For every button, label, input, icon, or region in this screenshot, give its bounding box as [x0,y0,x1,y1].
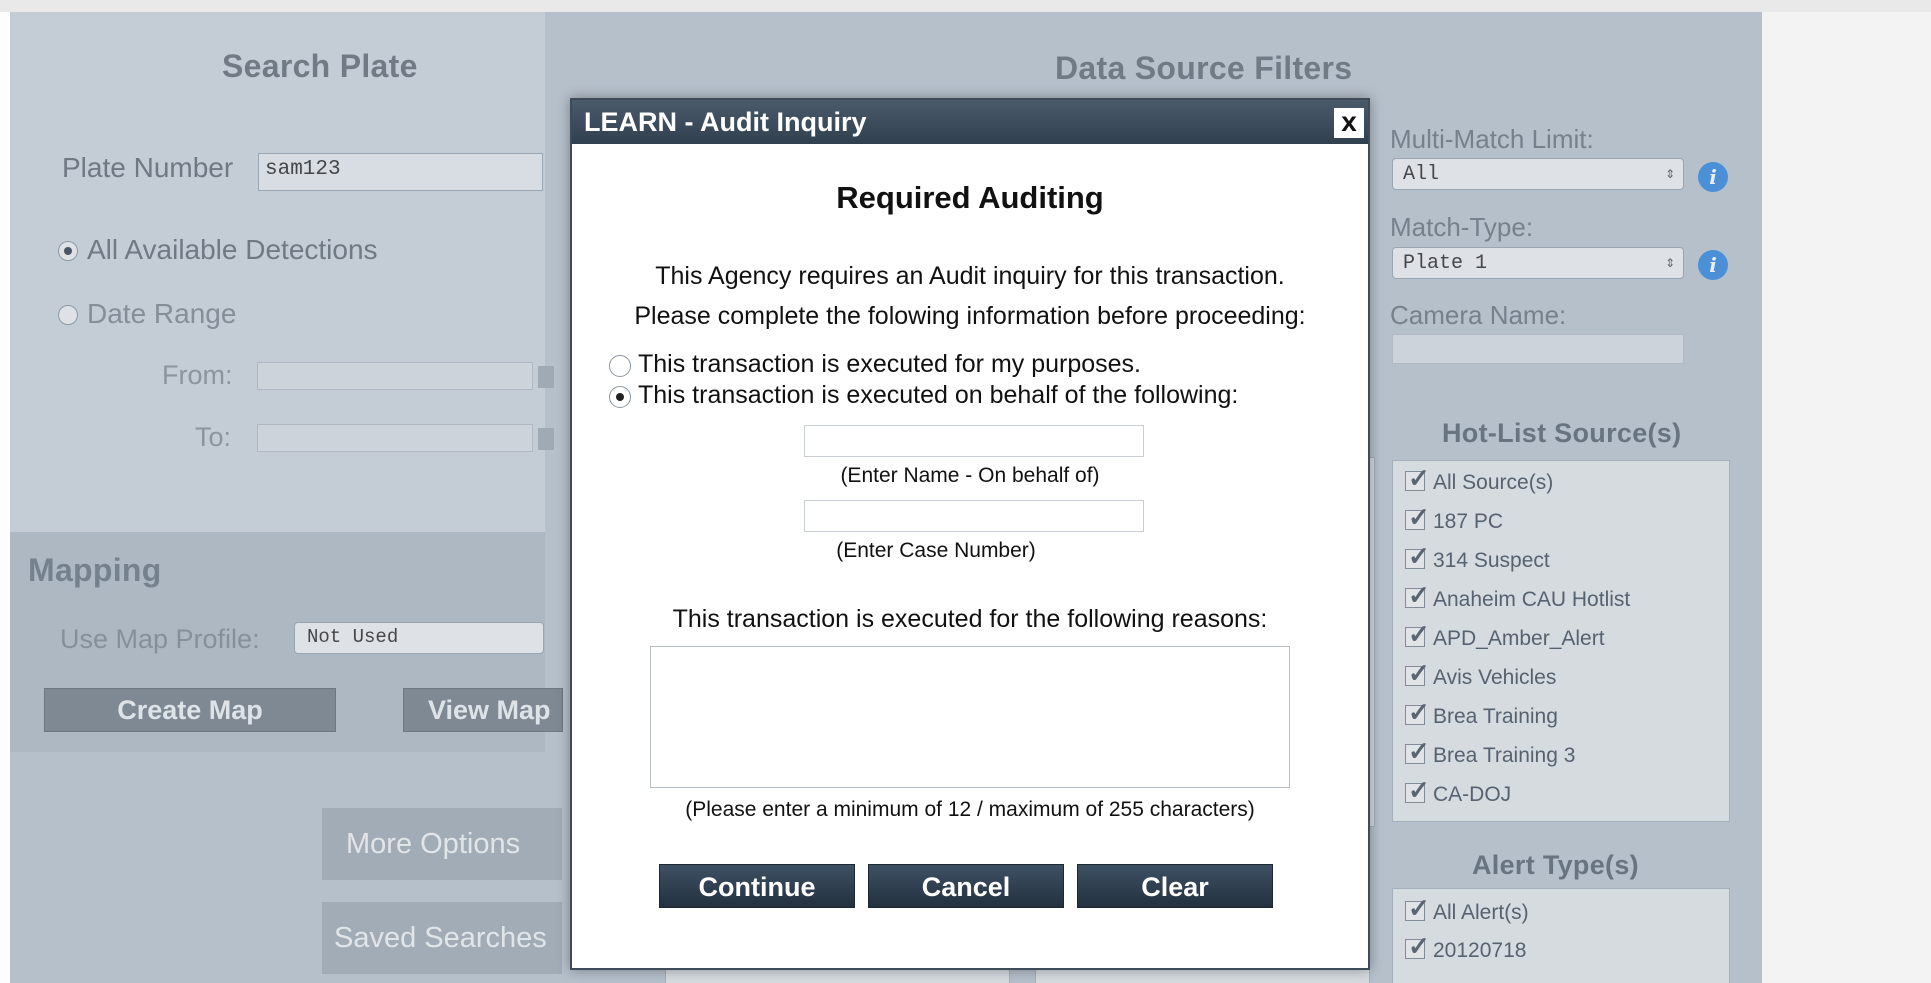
continue-button[interactable]: Continue [659,864,855,908]
my-purposes-label: This transaction is executed for my purp… [638,350,1142,378]
window-top-edge [0,0,1931,12]
cancel-button[interactable]: Cancel [868,864,1064,908]
case-number-input[interactable] [804,500,1144,532]
case-number-hint: (Enter Case Number) [836,539,1036,562]
intro-line-1: This Agency requires an Audit inquiry fo… [655,262,1285,290]
my-purposes-radio[interactable] [609,355,631,377]
app-background: Search Plate Plate Number sam123 All Ava… [10,12,1762,983]
on-behalf-radio[interactable] [609,386,631,408]
reasons-textarea[interactable] [650,646,1290,788]
reasons-label: This transaction is executed for the fol… [672,605,1268,633]
audit-inquiry-dialog: LEARN - Audit Inquiry x Required Auditin… [570,98,1370,970]
close-icon[interactable]: x [1334,108,1364,138]
reasons-hint: (Please enter a minimum of 12 / maximum … [685,798,1255,821]
name-hint: (Enter Name - On behalf of) [840,464,1100,487]
on-behalf-label: This transaction is executed on behalf o… [638,381,1239,409]
intro-line-2: Please complete the folowing information… [634,302,1306,330]
dialog-title: LEARN - Audit Inquiry [572,100,1368,144]
dialog-heading: Required Auditing [836,180,1104,215]
on-behalf-name-input[interactable] [804,425,1144,457]
right-margin [1762,12,1931,983]
clear-button[interactable]: Clear [1077,864,1273,908]
